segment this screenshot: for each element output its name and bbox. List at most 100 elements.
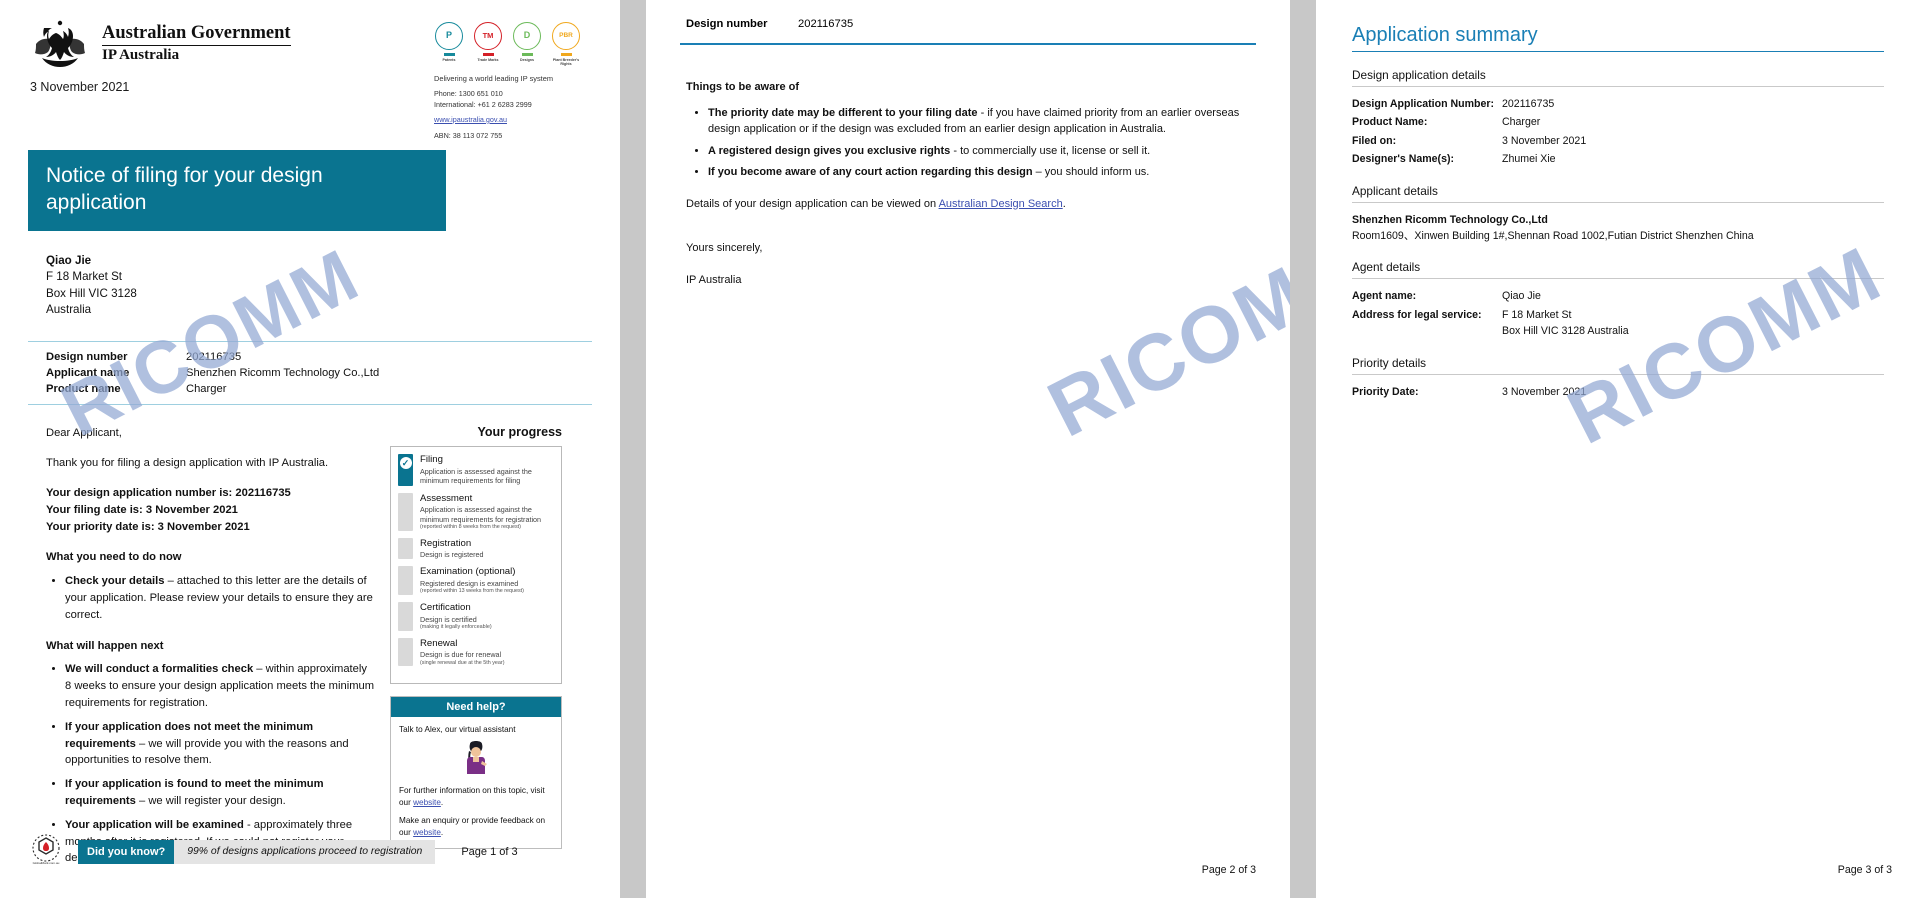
progress-step-name: Filing: [420, 454, 443, 466]
progress-title: Your progress: [477, 425, 562, 440]
page-number: Page 1 of 3: [461, 845, 518, 858]
table-row: Design Application Number: 202116735: [1352, 96, 1884, 112]
international-label: International:: [434, 100, 476, 110]
list-item: The priority date may be different to yo…: [708, 105, 1256, 138]
applicant-company-name: Shenzhen Ricomm Technology Co.,Ltd: [1352, 213, 1548, 226]
progress-step-filing: ✓ Filing Application is assessed against…: [398, 454, 554, 486]
product-name-value: Charger: [186, 383, 227, 396]
recipient-name: Qiao Jie: [46, 253, 92, 267]
table-row: Applicant name Shenzhen Ricomm Technolog…: [46, 365, 592, 381]
progress-step-name: Renewal: [420, 637, 458, 649]
australian-design-search-link[interactable]: Australian Design Search: [939, 198, 1063, 210]
progress-step-assessment: Assessment Application is assessed again…: [398, 492, 554, 531]
section-heading: Priority details: [1352, 355, 1427, 370]
progress-step-name: Registration: [420, 537, 472, 549]
trade-marks-icon-caption: Trade Marks: [477, 57, 499, 62]
progress-step-sub: (reported within 8 weeks from the reques…: [420, 523, 521, 530]
aware-list: The priority date may be different to yo…: [686, 105, 1256, 181]
page-1: RICOMM Australian Government IP Australi…: [0, 0, 620, 898]
signer: IP Australia: [686, 273, 742, 286]
priority-date-fact: Your priority date is: 3 November 2021: [46, 520, 250, 533]
table-row: Product Name: Charger: [1352, 114, 1884, 130]
document-viewer: RICOMM Australian Government IP Australi…: [0, 0, 1920, 898]
details-post: .: [1062, 197, 1066, 210]
designer-name-value: Zhumei Xie: [1502, 153, 1556, 166]
progress-step-name: Certification: [420, 602, 471, 614]
further-info-post: .: [440, 798, 444, 808]
progress-step-sub: (single renewal due at the 5th year): [420, 659, 505, 666]
aware-heading: Things to be aware of: [686, 81, 800, 93]
next-item-rest: – we will register your design.: [135, 794, 286, 807]
website-link-1[interactable]: website: [413, 798, 441, 807]
address-line-3: Australia: [46, 303, 92, 317]
product-name-label: Product name: [46, 383, 121, 396]
applicant-address: Room1609、Xinwen Building 1#,Shennan Road…: [1352, 230, 1754, 243]
list-item: A registered design gives you exclusive …: [708, 143, 1256, 160]
progress-step-examination: Examination (optional) Registered design…: [398, 566, 554, 596]
recipient-address: Qiao Jie F 18 Market St Box Hill VIC 312…: [46, 253, 592, 319]
header-divider: [680, 43, 1256, 45]
design-key-table: Design number 202116735 Applicant name S…: [28, 340, 592, 406]
table-row: Product name Charger: [46, 381, 592, 397]
progress-step-name: Examination (optional): [420, 566, 516, 578]
abn-value: 38 113 072 755: [452, 130, 503, 140]
progress-step-desc: Design is registered: [420, 550, 484, 560]
page2-header-row: Design number 202116735: [680, 18, 1256, 30]
table-row: Address for legal service: F 18 Market S…: [1352, 307, 1884, 340]
designs-icon: D Designs: [512, 22, 542, 66]
design-application-number-value: 202116735: [1502, 98, 1555, 110]
section-heading: Applicant details: [1352, 183, 1438, 198]
filed-on-value: 3 November 2021: [1502, 134, 1587, 147]
agent-name-label: Agent name:: [1352, 290, 1417, 303]
page-number: Page 2 of 3: [1201, 864, 1256, 876]
check-icon: ✓: [399, 457, 412, 470]
design-application-number-label: Design Application Number:: [1352, 98, 1495, 110]
next-item-bold: Your application will be examined: [65, 818, 244, 831]
gov-branding: Australian Government IP Australia 3 Nov…: [28, 18, 291, 94]
sign-off: Yours sincerely,: [686, 242, 763, 254]
todo-item-bold: Check your details: [65, 575, 165, 588]
international-value: +61 2 6283 2999: [477, 100, 532, 110]
ipaustralia-website-link[interactable]: www.ipaustralia.gov.au: [434, 115, 507, 124]
gov-line-2: IP Australia: [102, 47, 180, 64]
application-summary-title: Application summary: [1352, 24, 1538, 46]
progress-box: ✓ Filing Application is assessed against…: [390, 446, 562, 685]
table-row: Designer's Name(s): Zhumei Xie: [1352, 151, 1884, 167]
address-line-1: F 18 Market St: [46, 270, 123, 284]
next-item-bold: We will conduct a formalities check: [65, 663, 254, 676]
progress-step-desc: Application is assessed against the mini…: [420, 466, 532, 486]
plant-breeders-rights-icon: PBR Plant Breeder's Rights: [551, 22, 581, 66]
application-number-fact: Your design application number is: 20211…: [46, 487, 291, 500]
further-info-text: For further information on this topic, v…: [399, 785, 553, 809]
page1-footer: GlobalMark.com.au Did you know? 99% of d…: [28, 831, 592, 872]
letter-date: 3 November 2021: [30, 80, 130, 94]
page-2: RICOMM Design number 202116735 Things to…: [646, 0, 1290, 898]
section-design-application-details: Design application details Design Applic…: [1352, 68, 1884, 168]
page-title: Notice of filing for your design applica…: [28, 150, 446, 231]
address-for-legal-service-value: F 18 Market St Box Hill VIC 3128 Austral…: [1502, 308, 1629, 338]
section-divider: [1352, 201, 1884, 203]
section-heading: Design application details: [1352, 68, 1486, 82]
trade-marks-icon: TM Trade Marks: [473, 22, 503, 66]
progress-step-registration: Registration Design is registered: [398, 537, 554, 560]
applicant-name-label: Applicant name: [46, 366, 130, 379]
progress-step-certification: Certification Design is certified (makin…: [398, 602, 554, 631]
phone-line: Phone: 1300 651 010: [434, 89, 592, 100]
list-item: If your application does not meet the mi…: [65, 719, 376, 769]
table-row: Filed on: 3 November 2021: [1352, 133, 1884, 149]
pbr-icon-caption: Plant Breeder's Rights: [552, 57, 580, 66]
section-heading: Agent details: [1352, 260, 1421, 275]
progress-step-sub: (making it legally enforceable): [420, 623, 492, 630]
list-item: If you become aware of any court action …: [708, 164, 1256, 181]
priority-date-value: 3 November 2021: [1502, 385, 1587, 398]
page-3: RICOMM Application summary Design applic…: [1316, 0, 1920, 898]
svg-text:GlobalMark.com.au: GlobalMark.com.au: [33, 861, 60, 865]
filing-date-fact: Your filing date is: 3 November 2021: [46, 503, 238, 516]
salutation: Dear Applicant,: [46, 427, 122, 440]
page2-body: Things to be aware of The priority date …: [680, 79, 1256, 288]
aware-item-bold: The priority date may be different to yo…: [708, 106, 978, 119]
next-heading: What will happen next: [46, 639, 164, 652]
list-item: If your application is found to meet the…: [65, 776, 376, 810]
address-for-legal-service-label: Address for legal service:: [1352, 308, 1482, 321]
table-row: Priority Date: 3 November 2021: [1352, 384, 1884, 400]
